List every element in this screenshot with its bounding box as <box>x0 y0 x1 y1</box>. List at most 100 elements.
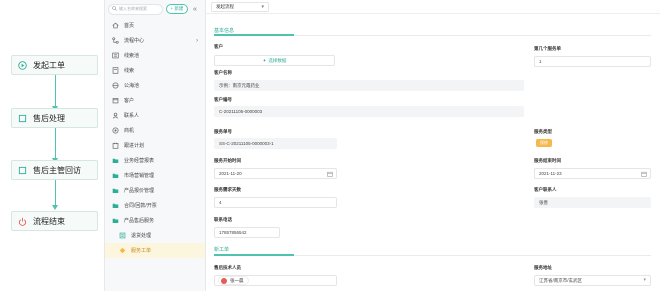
address-label: 服务地址 <box>534 265 552 270</box>
contact-icon <box>112 112 119 119</box>
sidebar-item-label: 首页 <box>124 23 135 29</box>
address-value: 江苏省/南京市/玄武区 <box>539 277 582 283</box>
flow-step-label: 售后处理 <box>33 113 65 123</box>
contact-field: 张善 <box>534 197 651 208</box>
sidebar-item-customer[interactable]: 客户 <box>105 93 205 108</box>
opportunity-icon <box>112 127 119 134</box>
app-root: 发起工单 售后处理 售后主管回访 流程结束 输入名称来搜索 + 新建 « 首页 … <box>0 0 660 291</box>
address-select[interactable]: 江苏省/南京市/玄武区 ▾ <box>534 275 651 286</box>
start-time-field[interactable]: 2021-11-20 <box>214 168 337 179</box>
flow-connector <box>55 127 56 161</box>
phone-label: 联系电话 <box>214 217 232 222</box>
play-circle-icon <box>18 60 27 70</box>
sidebar-item-label: 线索 <box>124 68 135 74</box>
flow-step-label: 流程结束 <box>33 216 65 226</box>
customer-name-field: 示例：南京元霞药业 <box>214 80 524 91</box>
flow-step-end[interactable]: 流程结束 <box>11 211 98 231</box>
sidebar-item-contact[interactable]: 联系人 <box>105 108 205 123</box>
plan-icon <box>112 142 119 149</box>
customer-label: 客户 <box>214 44 223 49</box>
sidebar-item-label: 商机 <box>124 128 135 134</box>
customer-name-label: 客户名称 <box>214 70 232 75</box>
select-data-label: 选择数据 <box>268 57 287 63</box>
sidebar-item-label: 流程中心 <box>124 38 145 44</box>
main-panel: 发起流程 ▾ 基本信息 客户 ✦ 选择数据 客户名称 示例：南京元霞药业 客户编… <box>206 0 660 291</box>
sidebar-item-label: 跟进计划 <box>124 143 145 149</box>
search-input[interactable]: 输入名称来搜索 <box>108 3 163 15</box>
sidebar-item-business-report[interactable]: 业务经营报表 <box>105 153 205 168</box>
sidebar-item-label: 市场营销管理 <box>124 173 155 179</box>
sea-pool-icon <box>112 82 119 89</box>
end-time-label: 服务结束时间 <box>534 158 561 163</box>
sidebar-item-label: 联系人 <box>124 113 140 119</box>
nth-service-label: 第几个服务单 <box>534 46 561 51</box>
square-icon <box>18 166 27 175</box>
sidebar-item-sea-pool[interactable]: 公海池 <box>105 78 205 93</box>
folder-icon <box>112 202 119 209</box>
flow-icon <box>112 37 119 44</box>
flow-connector <box>55 180 56 208</box>
sidebar-item-label: 服务工单 <box>131 248 152 254</box>
sidebar-item-contract[interactable]: 合同/回款/开票 <box>105 198 205 213</box>
process-select[interactable]: 发起流程 ▾ <box>211 1 269 12</box>
sidebar-item-flow-center[interactable]: 流程中心 › <box>105 33 205 48</box>
sidebar-item-quotation[interactable]: 产品报价管理 <box>105 183 205 198</box>
section-title: 基本信息 <box>214 28 235 34</box>
sidebar-item-label: 公海池 <box>124 83 140 89</box>
tech-chip[interactable]: 张一晨 <box>218 276 249 285</box>
section-accent <box>214 254 294 256</box>
home-icon <box>112 22 119 29</box>
nth-service-field[interactable]: 1 <box>534 56 651 67</box>
start-time-value: 2021-11-20 <box>219 171 242 176</box>
sidebar-item-plan[interactable]: 跟进计划 <box>105 138 205 153</box>
clue-pool-icon <box>112 52 119 59</box>
return-icon <box>119 232 126 239</box>
new-button[interactable]: + 新建 <box>166 4 188 14</box>
clue-icon <box>112 67 119 74</box>
collapse-sidebar-icon[interactable]: « <box>193 6 197 13</box>
sidebar-item-label: 退货处理 <box>131 233 152 239</box>
sidebar-item-after-sales[interactable]: 产品售后服务 <box>105 213 205 228</box>
sidebar-item-label: 业务经营报表 <box>124 158 155 164</box>
square-icon <box>18 114 27 123</box>
sidebar-item-clue-pool[interactable]: 线索池 <box>105 48 205 63</box>
flow-step-followup[interactable]: 售后主管回访 <box>11 160 98 180</box>
sidebar-item-home[interactable]: 首页 <box>105 18 205 33</box>
tech-name: 张一晨 <box>230 277 244 283</box>
customer-id-label: 客户编号 <box>214 97 232 102</box>
folder-icon <box>112 157 119 164</box>
ticket-icon <box>119 247 126 254</box>
sidebar-item-clue[interactable]: 线索 <box>105 63 205 78</box>
chevron-down-icon: ▾ <box>643 277 646 283</box>
flow-step-start[interactable]: 发起工单 <box>11 55 98 75</box>
customer-icon <box>112 97 119 104</box>
flow-diagram: 发起工单 售后处理 售后主管回访 流程结束 <box>0 0 104 291</box>
sidebar-item-opportunity[interactable]: 商机 <box>105 123 205 138</box>
service-no-field: SS-C-20211105-0000003-1 <box>214 138 337 149</box>
sidebar-item-return[interactable]: 退货处理 <box>105 228 205 243</box>
search-placeholder: 输入名称来搜索 <box>119 6 147 11</box>
calendar-icon <box>327 171 333 177</box>
service-type-tag[interactable]: 保修 <box>536 139 552 147</box>
contact-label: 客户联系人 <box>534 187 557 192</box>
calendar-icon <box>641 171 647 177</box>
service-type-label: 服务类型 <box>534 129 552 134</box>
flow-step-handle[interactable]: 售后处理 <box>11 108 98 128</box>
sidebar-item-marketing[interactable]: 市场营销管理 <box>105 168 205 183</box>
folder-icon <box>112 187 119 194</box>
days-label: 服务需求天数 <box>214 187 241 192</box>
flow-arrow <box>52 205 58 210</box>
start-time-label: 服务开始时间 <box>214 158 241 163</box>
sidebar-item-service-ticket[interactable]: 服务工单 <box>105 243 205 258</box>
service-no-label: 服务单号 <box>214 129 232 134</box>
end-time-field[interactable]: 2021-11-23 <box>534 168 651 179</box>
chevron-right-icon: › <box>196 37 198 44</box>
sidebar-item-label: 线索池 <box>124 53 140 59</box>
phone-field[interactable]: 17857856542 <box>214 227 280 238</box>
tech-label: 售后技术人员 <box>214 265 241 270</box>
sidebar-item-label: 产品报价管理 <box>124 188 155 194</box>
select-data-button[interactable]: ✦ 选择数据 <box>214 55 335 66</box>
sidebar-item-label: 客户 <box>124 98 135 104</box>
days-field[interactable]: 4 <box>214 197 337 208</box>
folder-open-icon <box>112 217 119 224</box>
